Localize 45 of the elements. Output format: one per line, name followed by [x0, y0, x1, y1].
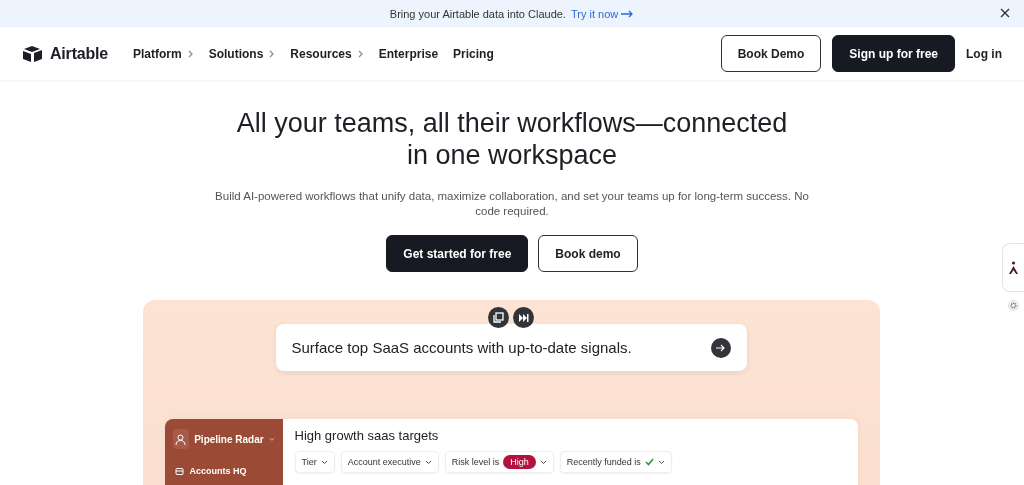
nav-link[interactable]: Enterprise: [378, 46, 439, 61]
chevron-right-icon: [356, 49, 364, 58]
settings-icon[interactable]: [1007, 300, 1019, 311]
nav-link[interactable]: Platform: [133, 46, 194, 61]
nav-link[interactable]: Resources: [290, 46, 364, 61]
arrow-right-icon: [716, 343, 725, 352]
table-icon: [174, 466, 184, 476]
prompt-text: Surface top SaaS accounts with up-to-date signals.: [291, 339, 632, 356]
hero-subtitle: Build AI-powered workflows that unify data, maximize collaboration, and set your teams up for long-term success. No code required.: [214, 189, 810, 219]
filter-chip[interactable]: Tier: [294, 451, 335, 473]
filter-chip[interactable]: Risk level is High: [444, 451, 554, 473]
check-icon: [644, 458, 654, 466]
accessibility-widget[interactable]: [1002, 243, 1024, 292]
banner-text: Bring your Airtable data into Claude.: [389, 7, 566, 20]
copy-icon[interactable]: [488, 307, 509, 328]
nav-link[interactable]: Pricing: [453, 46, 494, 61]
chevron-down-icon: [657, 459, 665, 465]
sign-up-button[interactable]: Sign up for free: [832, 35, 955, 72]
skip-forward-icon[interactable]: [513, 307, 534, 328]
book-demo-button[interactable]: Book Demo: [720, 35, 822, 72]
send-button[interactable]: [710, 337, 731, 358]
chevron-down-icon: [320, 459, 328, 465]
chevron-down-icon: [539, 459, 547, 465]
user-icon: [172, 429, 190, 449]
close-icon[interactable]: [1000, 8, 1010, 18]
log-in-button[interactable]: Log in: [966, 35, 1002, 72]
filter-chip[interactable]: Recently funded is: [559, 451, 672, 473]
risk-badge: High: [503, 455, 536, 469]
filter-chip[interactable]: Account executive: [340, 451, 439, 473]
chevron-right-icon: [186, 49, 194, 58]
try-it-link[interactable]: Try it now: [570, 7, 635, 20]
person-icon: [1008, 260, 1019, 275]
chevron-down-icon: [424, 459, 432, 465]
chevron-right-icon: [268, 49, 276, 58]
book-demo-button[interactable]: Book demo: [538, 235, 638, 272]
sidebar-item[interactable]: Accounts HQ: [172, 466, 275, 476]
view-title: High growth saas targets: [294, 428, 440, 443]
logo-icon[interactable]: [22, 44, 44, 63]
nav-link[interactable]: Solutions: [208, 46, 276, 61]
chevron-down-icon: [268, 436, 275, 442]
hero-title: All your teams, all their workflows—connected in one workspace: [235, 107, 789, 171]
arrow-right-icon: [621, 9, 635, 18]
workspace-name[interactable]: Pipeline Radar: [194, 433, 264, 445]
get-started-button[interactable]: Get started for free: [386, 235, 529, 272]
brand-name[interactable]: Airtable: [50, 44, 108, 63]
